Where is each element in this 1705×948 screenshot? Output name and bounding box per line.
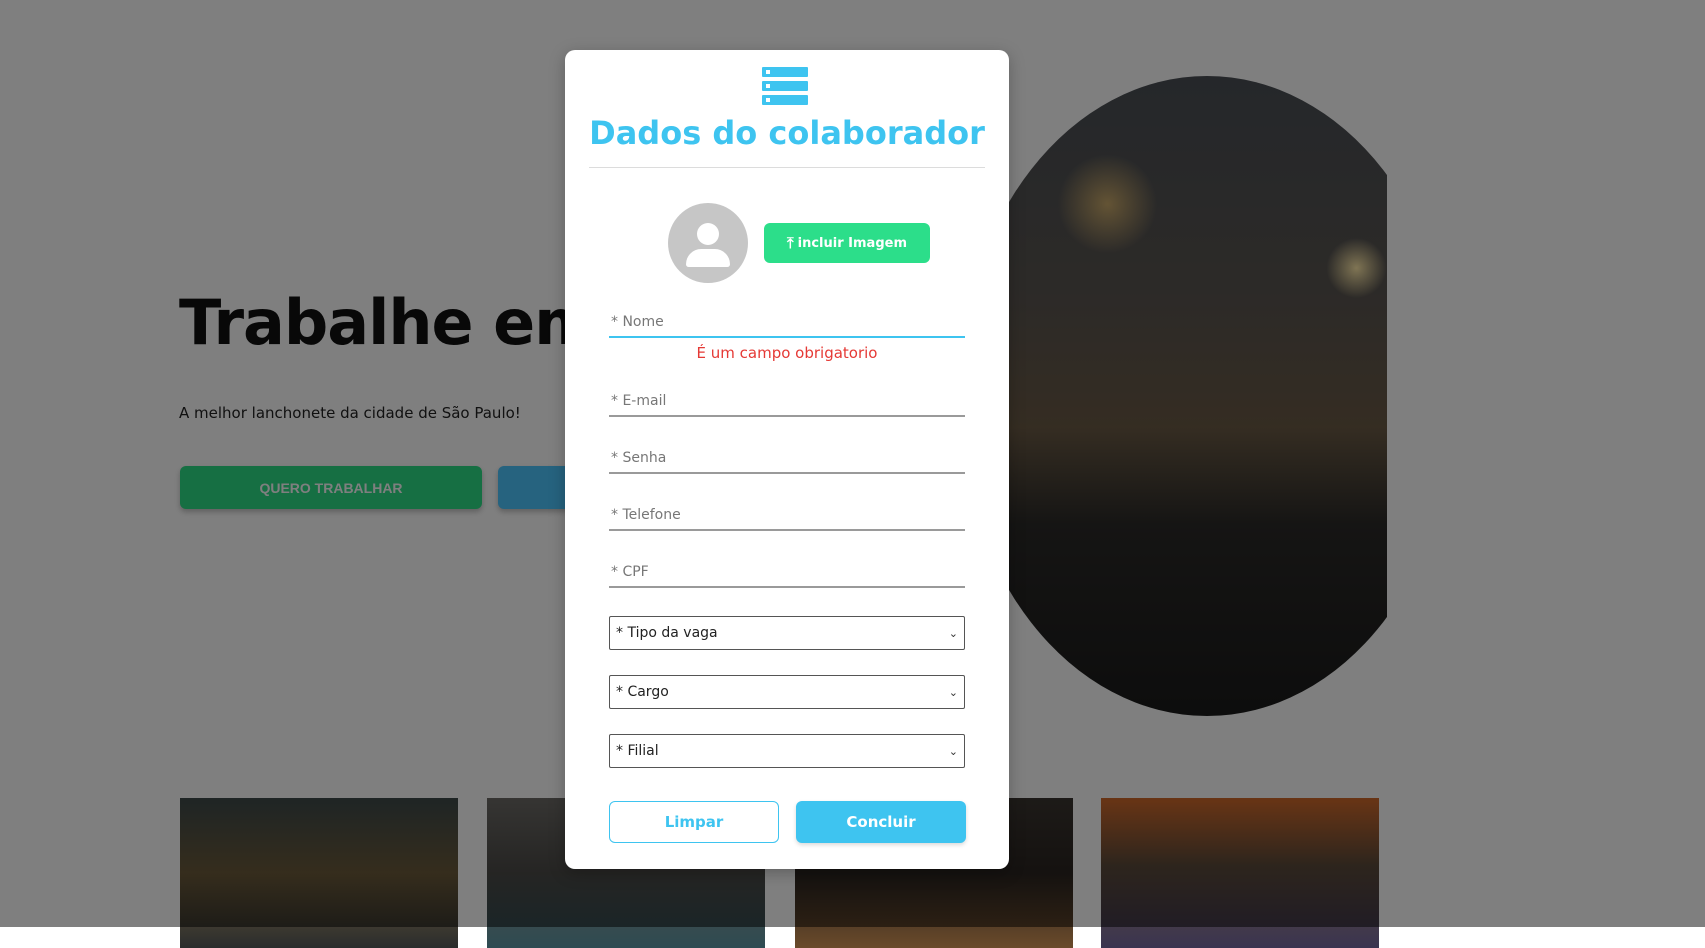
email-input[interactable]: [609, 387, 965, 417]
upload-arrow-icon: ⤒: [787, 233, 794, 252]
cargo-select[interactable]: * Cargo ⌄: [609, 675, 965, 709]
email-field-wrap: [609, 387, 965, 417]
nome-error-message: É um campo obrigatorio: [696, 344, 878, 362]
telefone-field-wrap: [609, 501, 965, 531]
nome-field-wrap: [609, 308, 965, 338]
limpar-button[interactable]: Limpar: [609, 801, 779, 843]
title-divider: [589, 167, 985, 168]
modal-title: Dados do colaborador: [589, 114, 985, 152]
tipo-vaga-value: * Tipo da vaga: [616, 625, 718, 641]
chevron-down-icon: ⌄: [948, 685, 958, 699]
senha-field-wrap: [609, 444, 965, 474]
filial-select[interactable]: * Filial ⌄: [609, 734, 965, 768]
cargo-value: * Cargo: [616, 684, 669, 700]
tipo-vaga-select[interactable]: * Tipo da vaga ⌄: [609, 616, 965, 650]
filial-value: * Filial: [616, 743, 659, 759]
chevron-down-icon: ⌄: [948, 626, 958, 640]
concluir-button[interactable]: Concluir: [796, 801, 966, 843]
upload-image-button[interactable]: ⤒ incluir Imagem: [764, 223, 930, 263]
cpf-field-wrap: [609, 558, 965, 588]
cpf-input[interactable]: [609, 558, 965, 588]
telefone-input[interactable]: [609, 501, 965, 531]
upload-image-label: incluir Imagem: [797, 235, 907, 251]
senha-input[interactable]: [609, 444, 965, 474]
chevron-down-icon: ⌄: [948, 744, 958, 758]
collaborator-modal: Dados do colaborador ⤒ incluir Imagem É …: [565, 50, 1009, 869]
nome-input[interactable]: [609, 308, 965, 338]
user-avatar-icon: [668, 203, 748, 283]
server-stack-icon: [762, 67, 808, 105]
